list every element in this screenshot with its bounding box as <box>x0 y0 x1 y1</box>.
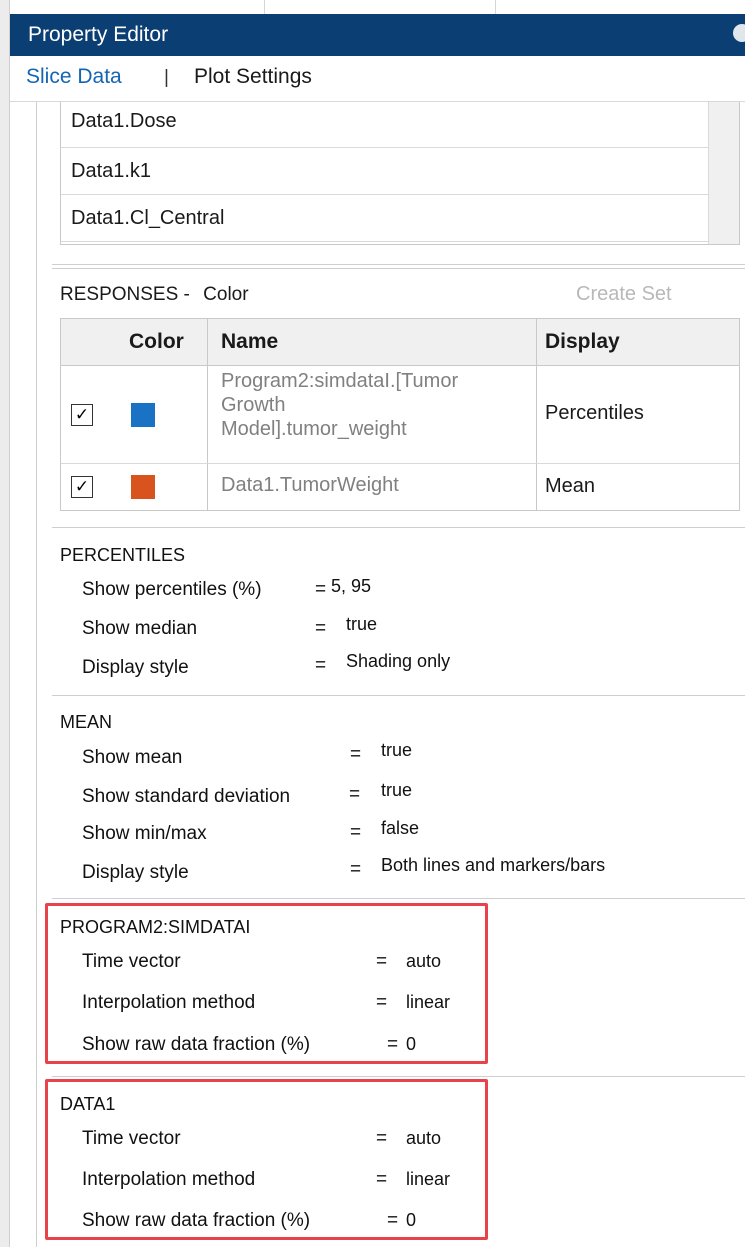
prop-label: Show median <box>82 618 198 639</box>
prop-equals: = <box>350 744 362 765</box>
prop-equals: = <box>376 1169 388 1190</box>
response-display[interactable]: Percentiles <box>545 402 644 425</box>
strip-divider <box>264 0 265 14</box>
response-display[interactable]: Mean <box>545 475 595 498</box>
responses-header: RESPONSES - Color <box>60 284 249 306</box>
property-editor-title-bar: Property Editor <box>10 14 745 56</box>
column-header-display[interactable]: Display <box>545 330 620 354</box>
prop-value[interactable]: 0 <box>406 1034 416 1055</box>
prop-value[interactable]: Both lines and markers/bars <box>381 855 605 876</box>
list-scrollbar[interactable] <box>708 102 739 244</box>
prop-value[interactable]: linear <box>406 992 450 1013</box>
prop-label: Show percentiles (%) <box>82 579 262 600</box>
percentiles-section-title: PERCENTILES <box>60 545 186 565</box>
prop-value[interactable]: 0 <box>406 1210 416 1231</box>
program2-section-title: PROGRAM2:SIMDATAI <box>60 917 251 937</box>
prop-equals: = <box>350 859 362 880</box>
section-divider <box>52 268 745 269</box>
responses-grouping[interactable]: Color <box>203 284 248 305</box>
strip-divider <box>495 0 496 14</box>
table-header: Color Name Display <box>61 319 739 366</box>
prop-value[interactable]: auto <box>406 951 441 972</box>
prop-equals: = <box>387 1034 399 1055</box>
data1-section-title: DATA1 <box>60 1094 116 1114</box>
prop-value[interactable]: true <box>381 780 412 801</box>
prop-label: Time vector <box>82 951 181 972</box>
prop-label: Show min/max <box>82 823 207 844</box>
prop-label: Display style <box>82 862 189 883</box>
column-header-color[interactable]: Color <box>129 330 184 354</box>
tab-plot-settings[interactable]: Plot Settings <box>194 65 312 89</box>
mean-section-title: MEAN <box>60 712 113 732</box>
section-divider <box>52 1076 745 1077</box>
response-name-line: Model].tumor_weight <box>221 418 407 440</box>
window-left-edge <box>0 0 10 1247</box>
prop-equals: = <box>315 579 327 600</box>
section-divider <box>52 898 745 899</box>
create-set-button[interactable]: Create Set <box>576 283 672 306</box>
prop-equals: = <box>315 655 327 676</box>
section-divider <box>52 695 745 696</box>
response-checkbox[interactable]: ✓ <box>71 404 93 426</box>
prop-value[interactable]: auto <box>406 1128 441 1149</box>
response-name-line: Program2:simdataI.[Tumor <box>221 370 459 392</box>
prop-label: Interpolation method <box>82 1169 256 1190</box>
prop-equals: = <box>315 618 327 639</box>
inputs-list: Data1.Dose Data1.k1 Data1.Cl_Central <box>60 102 740 245</box>
section-divider <box>52 527 745 528</box>
table-row[interactable]: ✓ Data1.TumorWeight Mean <box>61 464 739 510</box>
responses-title: RESPONSES - <box>60 284 190 305</box>
prop-equals: = <box>350 822 362 843</box>
response-checkbox[interactable]: ✓ <box>71 476 93 498</box>
tab-slice-data[interactable]: Slice Data <box>26 65 122 89</box>
list-item[interactable]: Data1.Dose <box>61 102 709 148</box>
prop-equals: = <box>349 784 361 805</box>
tab-bar: Slice Data | Plot Settings <box>10 56 745 102</box>
panel-title: Property Editor <box>28 23 169 46</box>
column-header-name[interactable]: Name <box>221 330 278 354</box>
table-row[interactable]: ✓ Program2:simdataI.[Tumor Growth Model]… <box>61 366 739 464</box>
tab-separator: | <box>164 67 169 88</box>
list-item[interactable]: Data1.k1 <box>61 148 709 195</box>
prop-label: Show standard deviation <box>82 786 291 807</box>
panel-options-icon[interactable] <box>733 24 745 42</box>
response-name-line: Growth <box>221 394 286 416</box>
responses-table: Color Name Display ✓ Program2:simdataI.[… <box>60 318 740 511</box>
prop-value[interactable]: true <box>346 614 377 635</box>
response-name: Program2:simdataI.[Tumor Growth Model].t… <box>221 369 458 441</box>
prop-value[interactable]: true <box>381 740 412 761</box>
prop-equals: = <box>387 1210 399 1231</box>
color-swatch[interactable] <box>131 403 155 427</box>
prop-value[interactable]: 5, 95 <box>331 576 371 597</box>
prop-label: Interpolation method <box>82 992 256 1013</box>
prop-label: Show mean <box>82 747 183 768</box>
response-name: Data1.TumorWeight <box>221 474 399 496</box>
prop-label: Display style <box>82 657 189 678</box>
prop-value[interactable]: Shading only <box>346 651 450 672</box>
prop-label: Show raw data fraction (%) <box>82 1034 311 1055</box>
list-item[interactable]: Data1.Cl_Central <box>61 195 709 242</box>
prop-value[interactable]: false <box>381 818 419 839</box>
prop-label: Time vector <box>82 1128 181 1149</box>
prop-equals: = <box>376 951 388 972</box>
section-divider <box>52 264 745 265</box>
color-swatch[interactable] <box>131 475 155 499</box>
prop-equals: = <box>376 1128 388 1149</box>
prop-value[interactable]: linear <box>406 1169 450 1190</box>
prop-equals: = <box>376 992 388 1013</box>
prop-label: Show raw data fraction (%) <box>82 1210 311 1231</box>
panel-border <box>36 102 37 1247</box>
window-top-strip <box>0 0 745 14</box>
